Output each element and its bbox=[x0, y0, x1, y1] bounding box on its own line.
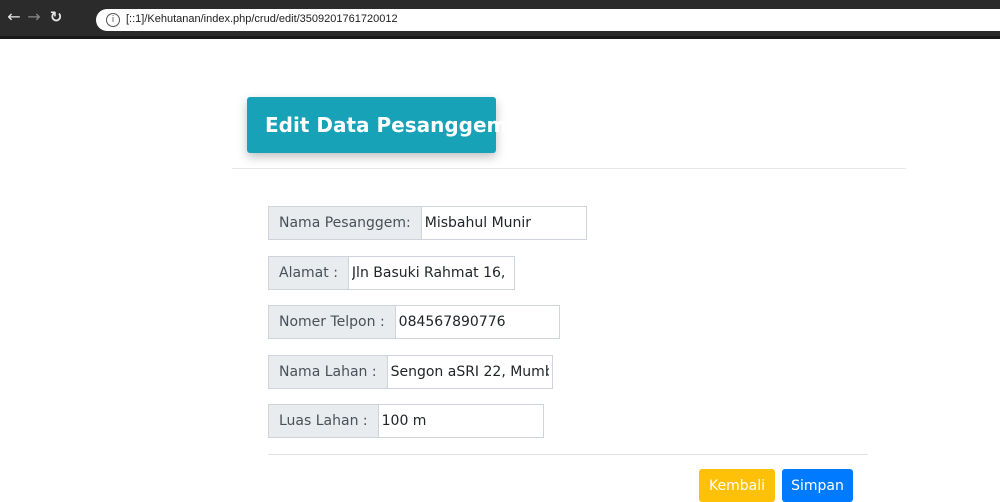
nomer-telpon-group: Nomer Telpon : bbox=[268, 305, 560, 339]
nama-lahan-input[interactable] bbox=[386, 355, 553, 389]
nomer-telpon-input[interactable] bbox=[394, 305, 560, 339]
forward-arrow-icon[interactable]: → bbox=[26, 8, 42, 26]
info-icon[interactable]: i bbox=[106, 13, 120, 27]
browser-toolbar: ← → ↻ i [::1]/Kehutanan/index.php/crud/e… bbox=[0, 0, 1000, 39]
address-bar[interactable]: i [::1]/Kehutanan/index.php/crud/edit/35… bbox=[96, 9, 1000, 31]
luas-lahan-label: Luas Lahan : bbox=[268, 404, 378, 438]
nama-pesanggem-label: Nama Pesanggem: bbox=[268, 206, 421, 240]
form-divider bbox=[268, 454, 868, 455]
nama-lahan-label: Nama Lahan : bbox=[268, 355, 387, 389]
reload-icon[interactable]: ↻ bbox=[48, 8, 64, 26]
alamat-group: Alamat : bbox=[268, 256, 515, 290]
alamat-label: Alamat : bbox=[268, 256, 348, 290]
luas-lahan-group: Luas Lahan : bbox=[268, 404, 544, 438]
page-title: Edit Data Pesanggem bbox=[247, 97, 507, 153]
nama-pesanggem-input[interactable] bbox=[420, 206, 587, 240]
back-arrow-icon[interactable]: ← bbox=[6, 8, 22, 26]
kembali-button-label: Kembali bbox=[709, 477, 765, 494]
url-text[interactable]: [::1]/Kehutanan/index.php/crud/edit/3509… bbox=[126, 13, 398, 25]
nama-pesanggem-group: Nama Pesanggem: bbox=[268, 206, 587, 240]
nama-lahan-group: Nama Lahan : bbox=[268, 355, 553, 389]
kembali-button[interactable]: Kembali bbox=[699, 469, 775, 502]
nomer-telpon-label: Nomer Telpon : bbox=[268, 305, 395, 339]
alamat-input[interactable] bbox=[347, 256, 515, 290]
header-divider bbox=[232, 168, 906, 169]
simpan-button[interactable]: Simpan bbox=[782, 469, 853, 502]
luas-lahan-input[interactable] bbox=[377, 404, 544, 438]
